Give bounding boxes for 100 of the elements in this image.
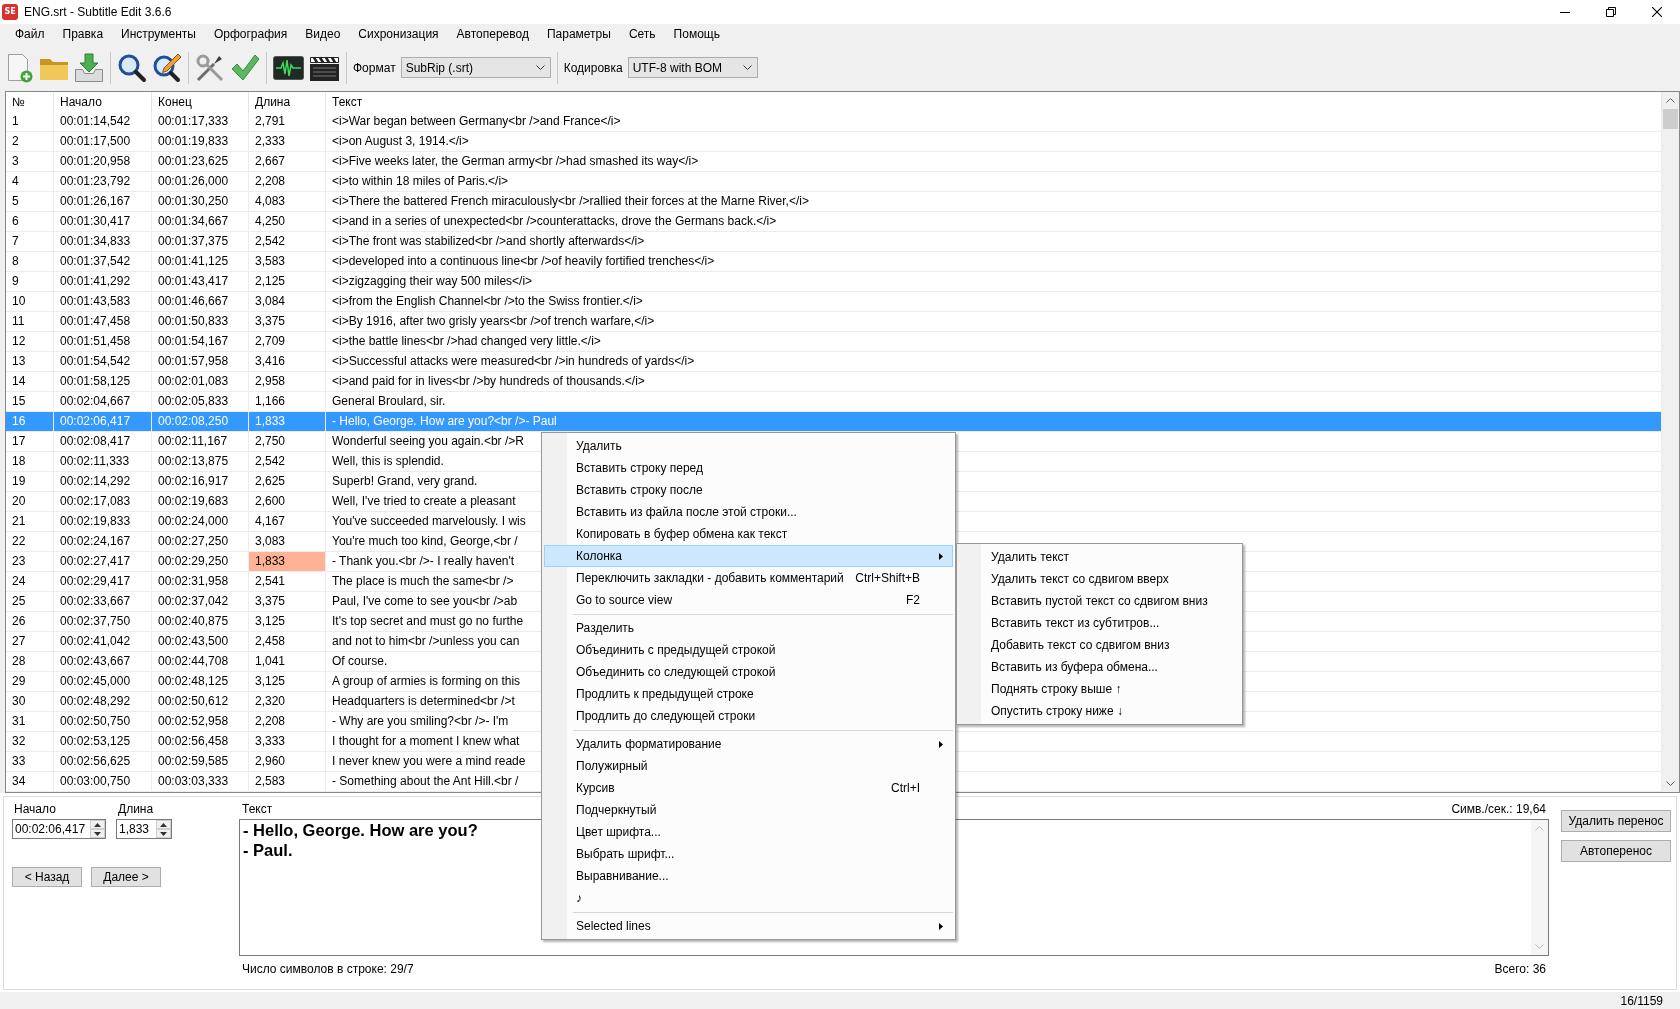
menu-item[interactable]: Переключить закладки - добавить комментарий Ctrl+Shift+B — [544, 567, 953, 589]
menu-item[interactable]: Цвет шрифта... — [544, 821, 953, 843]
table-row[interactable]: 13 00:01:54,542 00:01:57,958 3,416 <i>Successful attacks were measured<br />in hundreds of yards</i> — [6, 352, 1662, 372]
menu-item[interactable]: Помощь — [664, 24, 729, 45]
menu-item[interactable]: Выравнивание... — [544, 865, 953, 887]
table-row[interactable]: 11 00:01:47,458 00:01:50,833 3,375 <i>By 1916, after two grisly years<br />of trench warfare,</i> — [6, 312, 1662, 332]
search-icon[interactable] — [117, 52, 147, 83]
menu-item[interactable]: Правка — [53, 24, 113, 45]
table-cell: 13 — [6, 352, 54, 371]
scroll-down-icon[interactable] — [1666, 781, 1675, 786]
menu-item[interactable]: Видео — [296, 24, 350, 45]
menu-item[interactable]: Файл — [6, 24, 54, 45]
menu-item[interactable]: Параметры — [537, 24, 620, 45]
table-cell: 00:02:01,083 — [152, 372, 249, 391]
menu-item[interactable]: Вставить строку после — [544, 479, 953, 501]
up-triangle-icon — [160, 822, 167, 827]
table-cell: 20 — [6, 492, 54, 511]
menu-item[interactable]: Инструменты — [112, 24, 205, 45]
table-cell: General Broulard, sir. — [332, 394, 446, 408]
next-button[interactable]: Далее > — [91, 867, 161, 887]
menu-item[interactable]: Колонка — [544, 545, 953, 567]
table-row[interactable]: 4 00:01:23,792 00:01:26,000 2,208 <i>to within 18 miles of Paris.</i> — [6, 172, 1662, 192]
menu-item[interactable]: Разделить — [544, 617, 953, 639]
table-row[interactable]: 12 00:01:51,458 00:01:54,167 2,709 <i>the battle lines<br />had changed very little.</i> — [6, 332, 1662, 352]
table-row[interactable]: 1 00:01:14,542 00:01:17,333 2,791 <i>War began between Germany<br />and France</i> — [6, 112, 1662, 132]
table-row[interactable]: 10 00:01:43,583 00:01:46,667 3,084 <i>from the English Channel<br />to the Swiss frontier.</i> — [6, 292, 1662, 312]
restore-icon[interactable] — [1606, 7, 1616, 17]
table-row[interactable]: 7 00:01:34,833 00:01:37,375 2,542 <i>The front was stabilized<br />and shortly afterwards</i> — [6, 232, 1662, 252]
table-cell: 3,375 — [249, 592, 326, 611]
spin-up-button[interactable] — [156, 820, 171, 829]
search-pencil-icon[interactable] — [152, 52, 182, 83]
table-row[interactable]: 8 00:01:37,542 00:01:41,125 3,583 <i>developed into a continuous line<br />of heavily fortified trenches</i> — [6, 252, 1662, 272]
menu-item[interactable]: Вставить строку перед — [544, 457, 953, 479]
column-header[interactable]: Конец — [152, 92, 249, 112]
table-row[interactable]: 6 00:01:30,417 00:01:34,667 4,250 <i>and in a series of unexpected<br />counterattacks, drove the Germans back.</i> — [6, 212, 1662, 232]
start-time-spinner[interactable]: 00:02:06,417 — [12, 819, 106, 839]
menu-item[interactable]: Вставить пустой текст со сдвигом вниз — [959, 590, 1240, 612]
app-logo: SE — [2, 4, 18, 20]
menu-item[interactable]: Удалить текст — [959, 546, 1240, 568]
table-row[interactable]: 5 00:01:26,167 00:01:30,250 4,083 <i>There the battered French miraculously<br />rallied their forces at the Marne River,</i> — [6, 192, 1662, 212]
menu-item[interactable]: Selected lines — [544, 915, 953, 937]
menu-item[interactable]: Сеть — [619, 24, 665, 45]
spin-up-button[interactable] — [90, 820, 105, 829]
table-cell: 00:02:27,417 — [54, 552, 152, 571]
spin-down-button[interactable] — [156, 829, 171, 838]
table-cell: 2,333 — [249, 132, 326, 151]
table-cell: 00:02:52,958 — [152, 712, 249, 731]
table-cell: 12 — [6, 332, 54, 351]
menu-item[interactable]: Поднять строку выше ↑ — [959, 678, 1240, 700]
table-row[interactable]: 14 00:01:58,125 00:02:01,083 2,958 <i>and paid for in lives<br />by hundreds of thousands.</i> — [6, 372, 1662, 392]
spin-down-button[interactable] — [90, 829, 105, 838]
menu-item[interactable]: Полужирный — [544, 755, 953, 777]
menu-item[interactable]: Сихронизация — [349, 24, 448, 45]
auto-break-button[interactable]: Автоперенос — [1561, 840, 1671, 862]
menu-item[interactable]: Объединить с предыдущей строкой — [544, 639, 953, 661]
menu-item[interactable]: Удалить текст со сдвигом вверх — [959, 568, 1240, 590]
menu-item[interactable]: ♪ — [544, 887, 953, 909]
tools-icon[interactable] — [195, 52, 225, 83]
menu-item[interactable]: Курсив Ctrl+I — [544, 777, 953, 799]
menu-item[interactable]: Вставить текст из субтитров... — [959, 612, 1240, 634]
menu-item[interactable]: Удалить форматирование — [544, 733, 953, 755]
table-cell: 00:01:37,542 — [54, 252, 152, 271]
vertical-scrollbar[interactable] — [1662, 92, 1679, 792]
menu-item[interactable]: Продлить к предыдущей строке — [544, 683, 953, 705]
download-icon[interactable] — [74, 52, 104, 83]
menu-item[interactable]: Копировать в буфер обмена как текст — [544, 523, 953, 545]
table-cell: 25 — [6, 592, 54, 611]
menu-item[interactable]: Добавить текст со сдвигом вниз — [959, 634, 1240, 656]
table-row[interactable]: 2 00:01:17,500 00:01:19,833 2,333 <i>on August 3, 1914.</i> — [6, 132, 1662, 152]
format-dropdown[interactable]: SubRip (.srt) — [400, 57, 551, 78]
table-cell: 00:01:37,375 — [152, 232, 249, 251]
table-cell: 3,125 — [249, 612, 326, 631]
scrollbar-thumb[interactable] — [1663, 109, 1678, 129]
menu-item[interactable]: Продлить до следующей строки — [544, 705, 953, 727]
menu-item[interactable]: Подчеркнутый — [544, 799, 953, 821]
column-header[interactable]: Длина — [249, 92, 326, 112]
checkmark-icon[interactable] — [230, 52, 260, 83]
table-cell: 00:01:19,833 — [152, 132, 249, 151]
close-icon[interactable] — [1652, 7, 1662, 17]
remove-line-break-button[interactable]: Удалить перенос — [1561, 810, 1671, 832]
menu-item[interactable]: Удалить — [544, 435, 953, 457]
column-header[interactable]: Начало — [54, 92, 152, 112]
menu-item[interactable]: Вставить из файла после этой строки... — [544, 501, 953, 523]
table-row[interactable]: 9 00:01:41,292 00:01:43,417 2,125 <i>zigzagging their way 500 miles</i> — [6, 272, 1662, 292]
scroll-up-icon[interactable] — [1666, 98, 1675, 103]
menu-item[interactable]: Орфография — [204, 24, 297, 45]
menu-item[interactable]: Выбрать шрифт... — [544, 843, 953, 865]
table-cell: 00:01:30,417 — [54, 212, 152, 231]
table-row[interactable]: 3 00:01:20,958 00:01:23,625 2,667 <i>Five weeks later, the German army<br />had smashed its way</i> — [6, 152, 1662, 172]
menu-item[interactable]: Go to source view F2 — [544, 589, 953, 611]
table-cell: 6 — [6, 212, 54, 231]
minimize-icon[interactable] — [1560, 11, 1570, 13]
previous-button[interactable]: < Назад — [12, 867, 82, 887]
duration-spinner[interactable]: 1,833 — [116, 819, 172, 839]
encoding-dropdown[interactable]: UTF-8 with BOM — [627, 57, 758, 78]
column-header[interactable]: № — [6, 92, 54, 112]
menu-item[interactable]: Вставить из буфера обмена... — [959, 656, 1240, 678]
menu-item[interactable]: Объединить со следующей строкой — [544, 661, 953, 683]
menu-item[interactable]: Автоперевод — [447, 24, 538, 45]
menu-item[interactable]: Опустить строку ниже ↓ — [959, 700, 1240, 722]
